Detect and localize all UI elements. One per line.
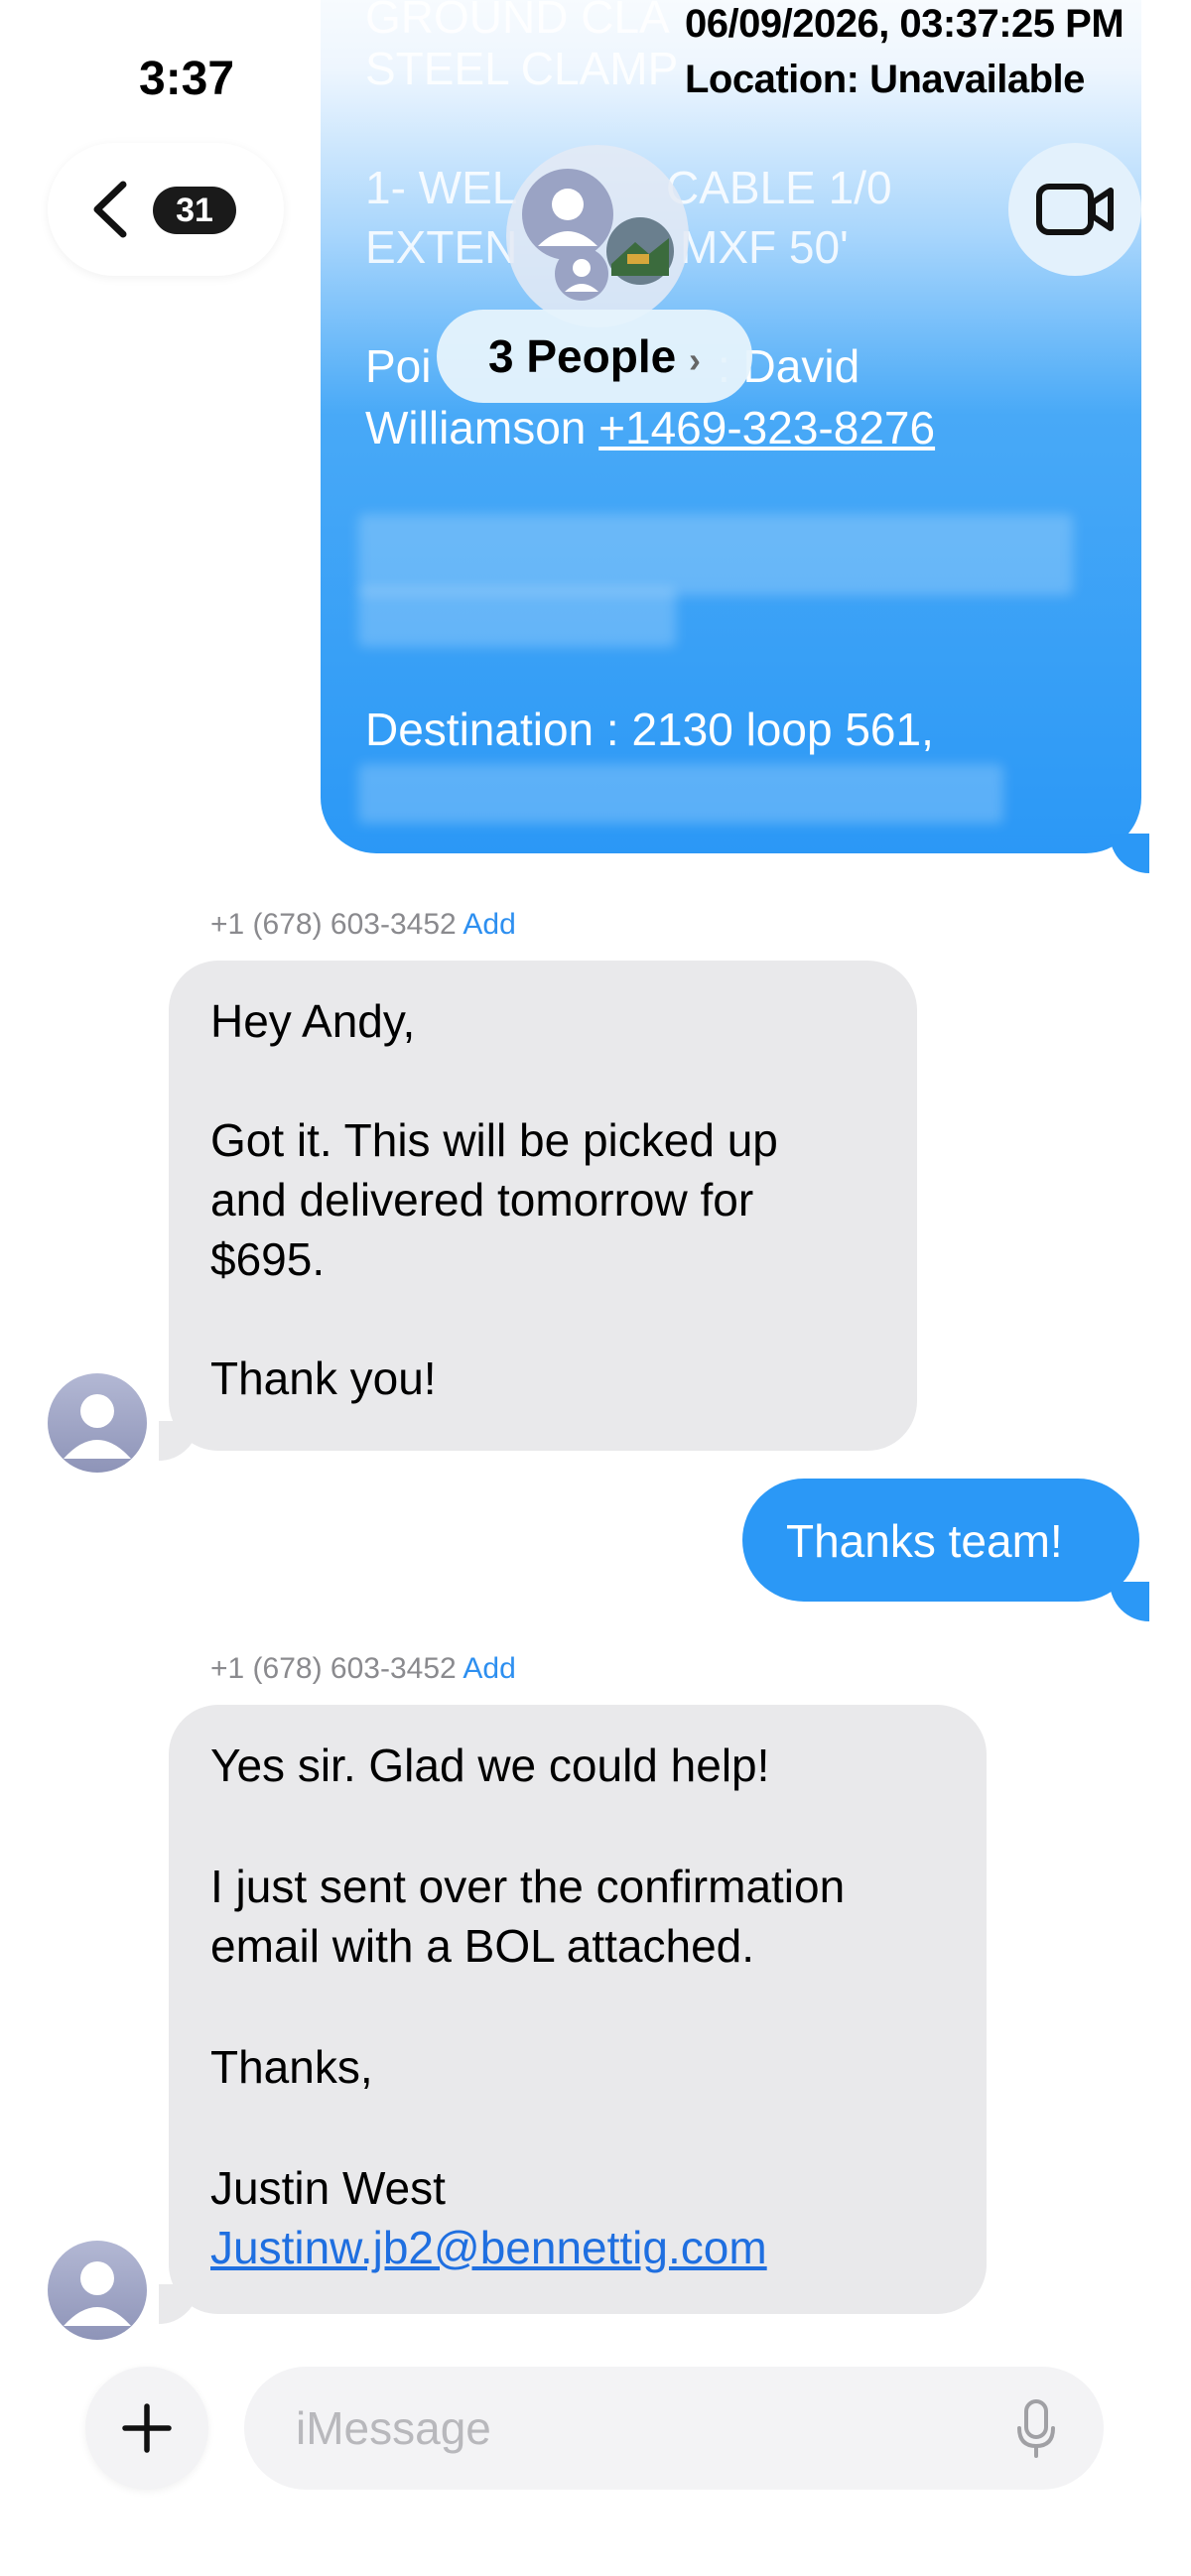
bubble-tail	[1110, 834, 1149, 873]
add-contact-link[interactable]: Add	[463, 1652, 515, 1685]
sender-label: +1 (678) 603-3452 Add	[210, 1652, 516, 1686]
message-text-line: email with a BOL attached.	[210, 1920, 755, 1972]
message-text-line: $695.	[210, 1233, 326, 1285]
received-message-bubble[interactable]: Hey Andy, Got it. This will be picked up…	[169, 961, 917, 1451]
sender-number: +1 (678) 603-3452	[210, 908, 457, 941]
back-button[interactable]: 31	[48, 143, 284, 276]
redacted-text	[358, 587, 676, 647]
person-icon	[64, 2261, 131, 2326]
message-text-line: Justin West	[210, 2162, 446, 2214]
add-attachment-button[interactable]	[85, 2367, 208, 2490]
microphone-icon[interactable]	[1016, 2398, 1056, 2460]
contact-name: Williamson	[365, 402, 599, 453]
bubble-tail	[159, 1421, 198, 1461]
imessage-input[interactable]	[294, 2396, 973, 2460]
group-name-button[interactable]: 3 People ›	[437, 310, 752, 403]
message-text-line: GROUND CLA	[365, 0, 670, 43]
message-text: Thanks team!	[786, 1515, 1063, 1567]
received-message-bubble[interactable]: Yes sir. Glad we could help! I just sent…	[169, 1705, 987, 2314]
message-input-field[interactable]	[244, 2367, 1104, 2490]
bubble-tail	[159, 2284, 198, 2324]
bubble-tail	[1110, 1582, 1149, 1621]
sent-message-bubble[interactable]: Thanks team!	[742, 1479, 1139, 1602]
message-text-line: MXF 50'	[680, 221, 849, 273]
sender-avatar[interactable]	[48, 1373, 147, 1473]
message-text-line: Destination : 2130 loop 561,	[365, 704, 934, 755]
phone-link[interactable]: +1469-323-8276	[598, 402, 935, 453]
photo-avatar	[606, 217, 674, 285]
message-text-line: 1- WEL	[365, 162, 518, 213]
sent-message-bubble[interactable]: GROUND CLA STEEL CLAMP 1- WEL CABLE 1/0 …	[321, 0, 1141, 853]
message-text-line: Hey Andy,	[210, 995, 416, 1047]
message-text-line: I just sent over the confirmation	[210, 1861, 846, 1912]
redacted-text	[358, 514, 1073, 595]
timestamp-overlay: 06/09/2026, 03:37:25 PM	[685, 2, 1125, 46]
unread-badge: 31	[153, 187, 236, 234]
group-name-label: 3 People	[488, 330, 677, 382]
sender-label: +1 (678) 603-3452 Add	[210, 908, 516, 942]
message-text-line: STEEL CLAMP	[365, 43, 679, 94]
chevron-left-icon	[93, 181, 127, 238]
add-contact-link[interactable]: Add	[463, 908, 515, 941]
email-link[interactable]: Justinw.jb2@bennettig.com	[210, 2221, 767, 2274]
message-text-line: Thanks,	[210, 2041, 373, 2093]
sender-number: +1 (678) 603-3452	[210, 1652, 457, 1685]
message-text-line: CABLE 1/0	[666, 162, 892, 213]
status-time: 3:37	[139, 53, 235, 105]
message-text-line: Got it. This will be picked up	[210, 1114, 778, 1166]
chevron-right-icon: ›	[688, 339, 701, 380]
video-camera-icon	[1036, 184, 1114, 235]
group-avatar[interactable]	[506, 145, 689, 327]
sender-avatar[interactable]	[48, 2241, 147, 2340]
message-text-line: Yes sir. Glad we could help!	[210, 1739, 770, 1791]
video-call-button[interactable]	[1008, 143, 1141, 276]
message-text-line: Williamson +1469-323-8276	[365, 401, 935, 454]
redacted-text	[358, 764, 1003, 824]
person-icon	[555, 247, 608, 301]
plus-icon	[122, 2403, 172, 2453]
message-text-line: Thank you!	[210, 1352, 437, 1404]
message-text-line: Poi	[365, 340, 432, 392]
message-text-line: and delivered tomorrow for	[210, 1174, 754, 1225]
location-overlay: Location: Unavailable	[685, 58, 1085, 101]
message-text-line: EXTEN	[365, 221, 518, 273]
person-icon	[64, 1394, 131, 1459]
